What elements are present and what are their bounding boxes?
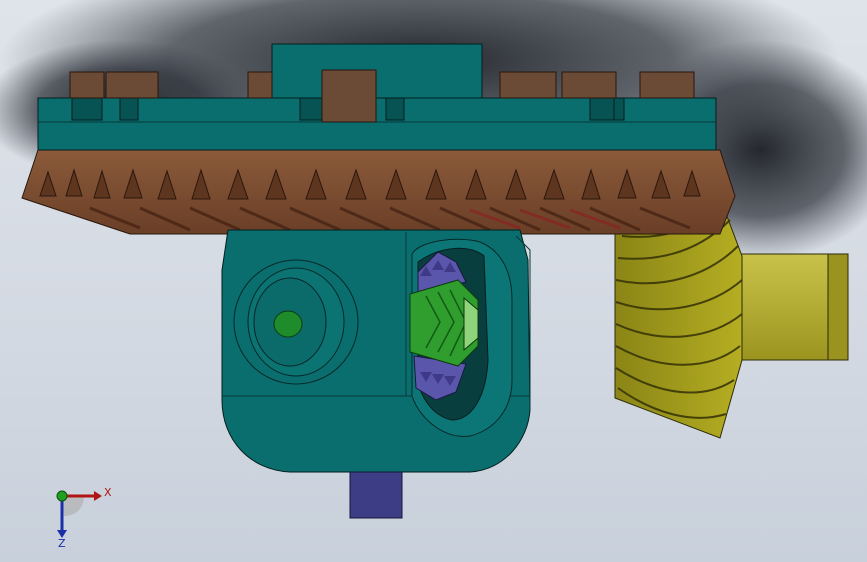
z-axis-label: Z [58, 537, 66, 550]
x-axis-label: X [104, 486, 112, 499]
side-gear[interactable] [409, 279, 479, 367]
ring-gear[interactable] [21, 149, 736, 235]
axle-stub[interactable] [273, 310, 303, 338]
triad-graphic [56, 490, 102, 538]
graphics-viewport[interactable] [0, 0, 867, 562]
pinion-shaft[interactable] [739, 253, 849, 361]
view-orientation-triad: X Z [44, 476, 124, 550]
assembly-model[interactable] [0, 0, 867, 562]
y-axis-arrow [56, 490, 68, 502]
output-shaft[interactable] [349, 471, 403, 519]
differential-housing[interactable] [221, 229, 531, 473]
